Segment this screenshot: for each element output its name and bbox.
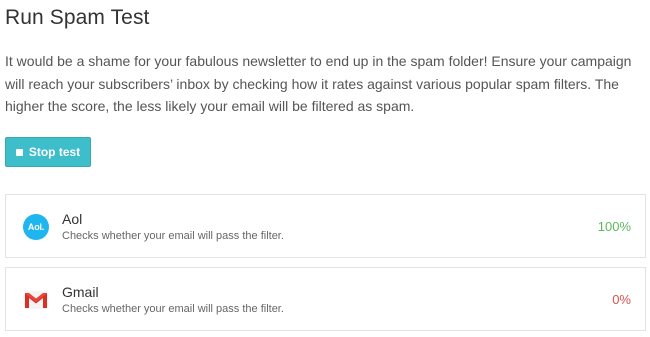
aol-logo-icon: Aol. — [22, 213, 50, 241]
filter-score: 0% — [612, 292, 631, 307]
stop-test-label: Stop test — [28, 145, 81, 159]
filter-name: Aol — [62, 211, 83, 227]
filter-name: Gmail — [62, 284, 99, 300]
page-description: It would be a shame for your fabulous ne… — [5, 53, 632, 114]
filter-row-aol: Aol. Aol Checks whether your email will … — [5, 194, 646, 258]
stop-test-button[interactable]: Stop test — [5, 137, 91, 167]
filter-description: Checks whether your email will pass the … — [62, 230, 284, 242]
stop-icon — [15, 148, 23, 156]
gmail-logo-icon — [22, 286, 50, 314]
filter-description: Checks whether your email will pass the … — [62, 303, 284, 315]
filter-row-gmail: Gmail Checks whether your email will pas… — [5, 267, 646, 331]
page-title: Run Spam Test — [5, 6, 150, 29]
filter-score: 100% — [597, 219, 631, 234]
